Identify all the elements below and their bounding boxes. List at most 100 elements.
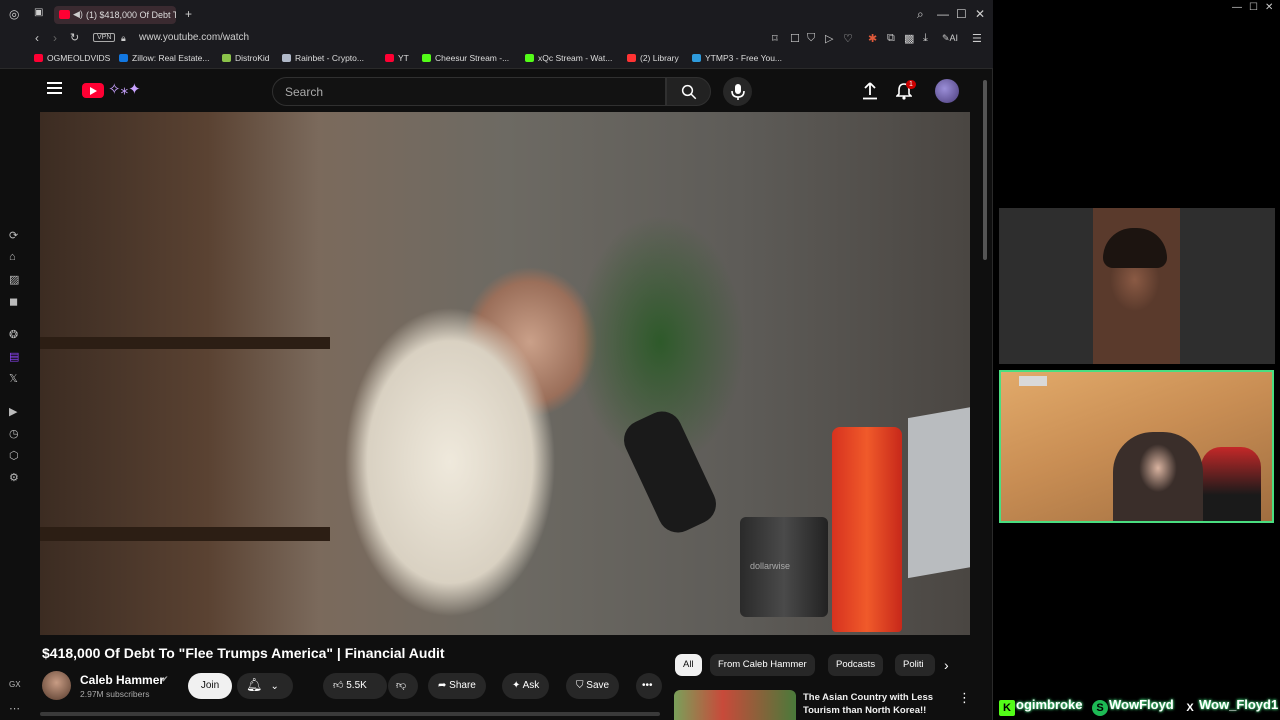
webcam-feed-streamer [999,370,1274,523]
music-player-icon[interactable]: ◼ [9,295,18,308]
speaker-icon[interactable]: ◀) [73,9,83,20]
channel-avatar[interactable] [42,671,71,700]
spotify-icon: S [1092,700,1108,716]
gaming-chair-graphic [1201,447,1261,521]
close-button[interactable]: ✕ [1265,2,1273,13]
lock-icon[interactable]: 🔒︎ [121,33,126,44]
bookmark-item[interactable]: YT [385,53,409,63]
horizontal-scrollbar[interactable] [40,712,660,716]
extension-icon[interactable]: ✱ [868,32,877,45]
shaker-cup-graphic [832,427,902,632]
vpn-badge[interactable]: VPN [93,33,116,42]
close-button[interactable]: ✕ [975,7,985,21]
history-icon[interactable]: ⟳ [9,229,18,242]
gx-corner-icon[interactable]: GX [9,680,21,689]
player-icon[interactable]: ▶ [9,405,17,418]
save-button[interactable]: ⛉ Save [566,673,620,699]
bookmark-item[interactable]: OGMEOLDVIDS [34,53,110,63]
bookmark-item[interactable]: xQc Stream - Wat... [525,53,612,63]
upload-icon[interactable] [862,82,878,100]
clock-icon[interactable]: ◷ [9,427,19,440]
recommended-thumbnail[interactable] [674,690,796,720]
maximize-button[interactable]: ☐ [956,7,967,21]
reload-button[interactable]: ↻ [70,31,79,44]
browser-window: ◎ ▣ ◀) (1) $418,000 Of Debt T + ⌕ — ☐ ✕ … [0,0,993,720]
video-player[interactable]: dollarwise [40,112,970,635]
join-button[interactable]: Join [188,673,232,699]
bookmark-icon: ⛉ [576,680,584,691]
bookmark-item[interactable]: YTMP3 - Free You... [692,53,782,63]
avatar-extension-icon[interactable]: ▩ [904,32,914,45]
maximize-button[interactable]: ☐ [1249,2,1258,13]
player-icon[interactable]: ▷ [825,32,833,45]
ask-button[interactable]: ✦ Ask [502,673,550,699]
recommended-title[interactable]: The Asian Country with Less Tourism than… [803,691,943,717]
workspace-icon[interactable]: ⌂ [9,251,16,263]
download-icon[interactable]: ⤓ [923,32,928,45]
workspaces-icon[interactable]: ▣ [34,7,43,18]
more-icon[interactable]: ⋯ [9,702,20,715]
microphone-icon [730,83,745,100]
like-count: 5.5K [346,680,367,691]
webcam-feed-guest [999,208,1275,364]
more-vertical-icon[interactable]: ⋮ [958,690,971,706]
search-button[interactable] [666,77,711,106]
search-input[interactable]: Search [272,77,666,106]
adblock-shield-icon[interactable]: ⛉ [807,32,815,45]
x-icon[interactable]: 𝕏 [9,372,18,385]
thumbs-down-icon: 👎︎ [396,680,407,691]
bookmark-item[interactable]: DistroKid [222,53,269,63]
aria-ai-button[interactable]: ✎AI [942,33,958,44]
youtube-logo-icon[interactable] [82,83,104,98]
easy-setup-icon[interactable]: ☰ [972,32,982,45]
social-handles-bar: Kogimbroke S WowFloyd X Wow_Floyd1 [994,693,1280,720]
bookmark-item[interactable]: Rainbet - Crypto... [282,53,364,63]
search-tabs-icon[interactable]: ⌕ [917,7,924,22]
snapshot-icon[interactable]: ⌑ [772,32,778,45]
bookmark-item[interactable]: Zillow: Real Estate... [119,53,209,63]
chevron-right-icon[interactable]: › [944,657,949,673]
chip-politics[interactable]: Politi [895,654,935,676]
twitch-icon[interactable]: ▤ [9,350,19,363]
youtube-favicon-icon [59,10,70,19]
microphone-graphic [617,404,723,540]
heart-icon[interactable]: ♡ [843,32,853,45]
channel-name[interactable]: Caleb Hammer [80,673,164,687]
chip-all[interactable]: All [675,654,702,676]
bookmark-favicon-icon [692,54,701,62]
streamer-video-graphic [1113,432,1203,521]
dislike-button[interactable]: 👎︎ [388,673,418,699]
voice-search-button[interactable] [723,77,752,106]
share-button[interactable]: ➦ Share [428,673,486,699]
subscribed-bell-button[interactable]: 🔔︎ ⌄ [237,673,293,699]
minimize-button[interactable]: — [1232,2,1242,13]
bookmark-page-icon[interactable]: ☐ [790,32,800,45]
bookmark-item[interactable]: Cheesur Stream -... [422,53,509,63]
bookmark-item[interactable]: (2) Library [627,53,679,63]
chip-from-channel[interactable]: From Caleb Hammer [710,654,815,676]
extensions-puzzle-icon[interactable]: ⧉ [887,32,895,45]
account-avatar[interactable] [935,79,959,103]
doodle-icon[interactable]: ✧⁎✦ [108,80,141,98]
hamburger-menu-icon[interactable] [47,82,62,94]
extensions-icon[interactable]: ⬡ [9,449,19,462]
tab-bar: ◎ ▣ ◀) (1) $418,000 Of Debt T + ⌕ — ☐ ✕ [0,0,993,29]
forward-button[interactable]: › [53,31,57,45]
sparkle-icon: ✦ [512,680,521,691]
chatgpt-icon[interactable]: ❂ [9,328,18,341]
bookmark-favicon-icon [119,54,128,62]
url-field[interactable]: www.youtube.com/watch [139,32,249,43]
opera-logo-icon[interactable]: ◎ [9,7,19,21]
back-button[interactable]: ‹ [35,31,39,45]
like-button[interactable]: 👍︎ 5.5K [323,673,387,699]
minimize-button[interactable]: — [937,7,949,21]
share-icon: ➦ [438,680,447,691]
notification-count-badge: 1 [906,80,916,89]
more-actions-button[interactable]: ••• [636,673,662,699]
scrollbar[interactable] [983,80,987,260]
chip-podcasts[interactable]: Podcasts [828,654,884,676]
browser-tab-active[interactable]: ◀) (1) $418,000 Of Debt T [54,6,176,24]
settings-gear-icon[interactable]: ⚙ [9,471,19,484]
new-tab-button[interactable]: + [185,7,192,21]
pinboard-icon[interactable]: ▨ [9,273,19,286]
